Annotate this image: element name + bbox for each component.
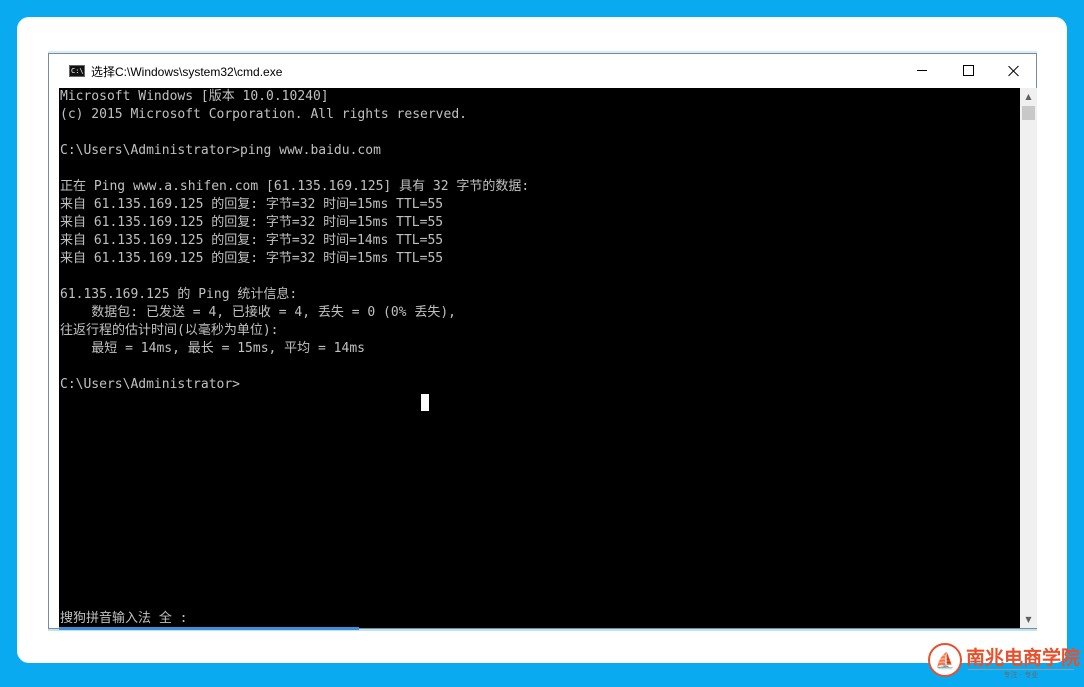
scroll-down-icon[interactable]: ▼: [1020, 611, 1037, 628]
title-bar[interactable]: C:\ 选择C:\Windows\system32\cmd.exe: [49, 54, 1036, 88]
logo-name: 南兆电商学院: [966, 647, 1081, 669]
minimize-icon: [917, 70, 927, 71]
ime-status-bar: 搜狗拼音输入法 全 :: [60, 611, 188, 626]
watermark-logo: ⛵ 南兆电商学院 专注 · 专业: [928, 641, 1080, 683]
window-title: 选择C:\Windows\system32\cmd.exe: [91, 64, 283, 79]
logo-tagline: 专注 · 专业: [968, 669, 1074, 680]
logo-emblem-icon: ⛵: [928, 643, 962, 677]
cmd-icon: C:\: [69, 65, 85, 77]
cmd-window[interactable]: C:\ 选择C:\Windows\system32\cmd.exe Micros…: [48, 53, 1037, 630]
text-cursor: [421, 394, 429, 411]
console-area[interactable]: Microsoft Windows [版本 10.0.10240] (c) 20…: [59, 88, 1020, 628]
scroll-thumb[interactable]: [1022, 106, 1035, 120]
scroll-up-icon[interactable]: ▲: [1020, 88, 1037, 105]
close-icon: [1008, 65, 1020, 77]
vertical-scrollbar[interactable]: ▲ ▼: [1020, 88, 1037, 628]
horizontal-scroll-indicator: [59, 627, 359, 630]
maximize-icon: [962, 65, 974, 76]
screenshot-card: C:\ 选择C:\Windows\system32\cmd.exe Micros…: [17, 17, 1067, 663]
close-button[interactable]: [991, 54, 1037, 87]
console-output: Microsoft Windows [版本 10.0.10240] (c) 20…: [60, 89, 530, 392]
minimize-button[interactable]: [899, 54, 945, 87]
maximize-button[interactable]: [945, 54, 991, 87]
